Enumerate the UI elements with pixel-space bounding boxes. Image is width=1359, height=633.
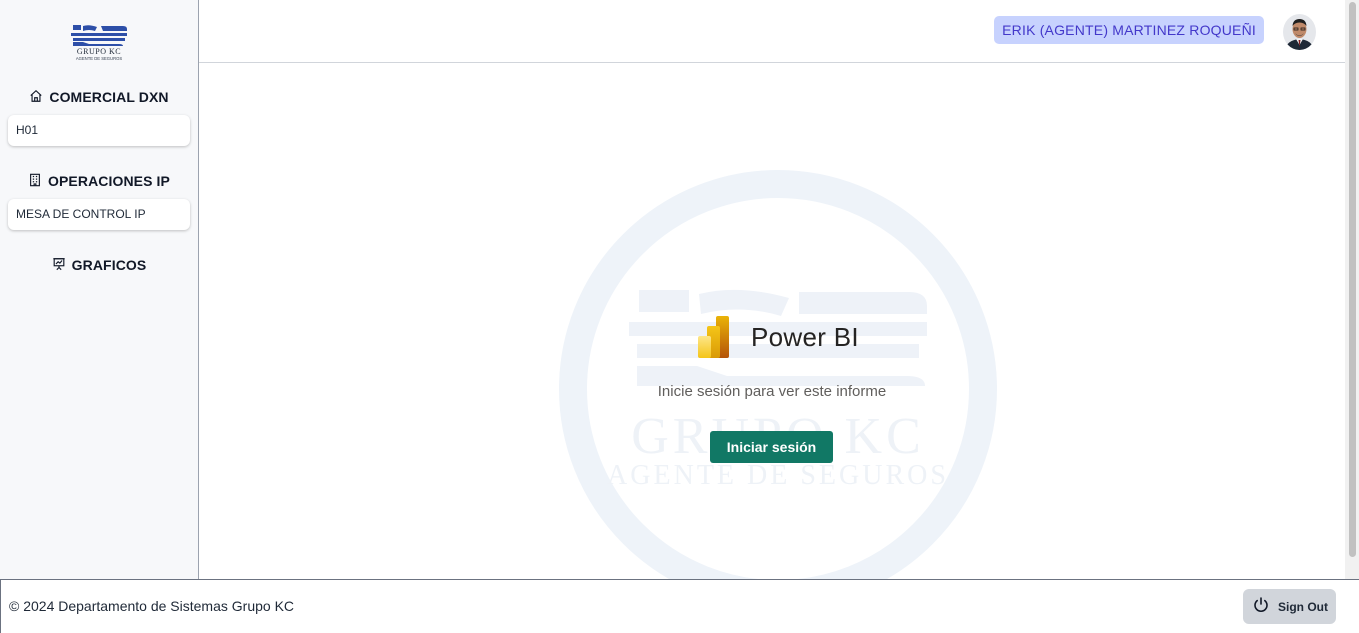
section-label: COMERCIAL DXN xyxy=(49,89,169,105)
powerbi-title: Power BI xyxy=(751,321,859,352)
power-icon xyxy=(1252,596,1270,617)
section-operaciones-ip[interactable]: OPERACIONES IP xyxy=(0,173,198,189)
logo-text-line2: AGENTE DE SEGUROS xyxy=(76,56,123,61)
footer: © 2024 Departamento de Sistemas Grupo KC… xyxy=(0,579,1359,633)
user-name-badge[interactable]: ERIK (AGENTE) MARTINEZ ROQUEÑI xyxy=(994,16,1264,44)
copyright-text: © 2024 Departamento de Sistemas Grupo KC xyxy=(9,598,295,614)
vertical-scrollbar[interactable] xyxy=(1345,0,1359,579)
sidebar: GRUPO KC AGENTE DE SEGUROS COMERCIAL DXN… xyxy=(0,0,199,579)
top-header: ERIK (AGENTE) MARTINEZ ROQUEÑI xyxy=(199,0,1345,63)
sidebar-item-h01[interactable]: H01 xyxy=(8,115,190,146)
app-root: GRUPO KC AGENTE DE SEGUROS COMERCIAL DXN… xyxy=(0,0,1359,633)
powerbi-signin-message: Inicie sesión para ver este informe xyxy=(657,383,887,400)
building-icon xyxy=(28,173,42,190)
user-avatar[interactable] xyxy=(1283,14,1316,50)
section-label: GRAFICOS xyxy=(71,257,147,273)
scrollbar-thumb[interactable] xyxy=(1349,2,1356,557)
section-comercial-dxn[interactable]: COMERCIAL DXN xyxy=(0,89,198,105)
sign-out-label: Sign Out xyxy=(1278,599,1328,614)
presentation-chart-icon xyxy=(52,257,66,274)
report-frame: GRUPO KC AGENTE DE SEGUROS xyxy=(199,64,1345,579)
powerbi-brand: Power BI xyxy=(697,316,859,358)
sign-out-button[interactable]: Sign Out xyxy=(1243,589,1336,624)
grupo-kc-logo[interactable]: GRUPO KC AGENTE DE SEGUROS xyxy=(67,23,131,61)
sidebar-item-mesa-de-control-ip[interactable]: MESA DE CONTROL IP xyxy=(8,199,190,230)
powerbi-logo-icon xyxy=(697,316,731,358)
powerbi-signin-panel: Power BI Inicie sesión para ver este inf… xyxy=(199,64,1345,579)
powerbi-signin-button[interactable]: Iniciar sesión xyxy=(710,431,833,463)
section-graficos[interactable]: GRAFICOS xyxy=(0,257,198,273)
section-label: OPERACIONES IP xyxy=(48,173,170,189)
logo-text-line1: GRUPO KC xyxy=(77,47,121,56)
home-icon xyxy=(29,89,43,106)
